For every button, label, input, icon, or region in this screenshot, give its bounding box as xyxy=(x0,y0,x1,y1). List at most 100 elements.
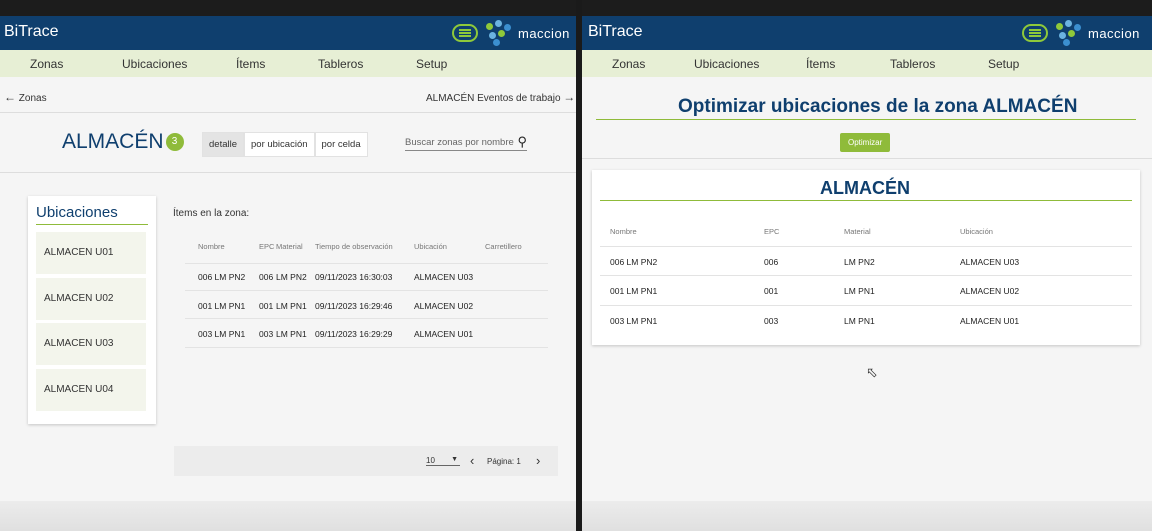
divider-line xyxy=(582,158,1152,159)
logo-text: maccion xyxy=(518,25,570,41)
main-nav: Zonas Ubicaciones Ítems Tableros Setup xyxy=(0,50,576,77)
col-carretillero: Carretillero xyxy=(485,242,522,251)
brand-title[interactable]: BiTrace xyxy=(588,23,643,41)
arrow-right-icon: → xyxy=(563,90,576,104)
brand-title[interactable]: BiTrace xyxy=(4,23,59,41)
search-icon[interactable]: ⚲ xyxy=(517,134,527,150)
col-ubicacion: Ubicación xyxy=(960,227,993,236)
zone-search[interactable]: Buscar zonas por nombre ⚲ xyxy=(405,134,527,151)
cell-epc: 003 xyxy=(764,316,779,326)
location-item[interactable]: ALMACEN U03 xyxy=(36,323,146,365)
location-item[interactable]: ALMACEN U02 xyxy=(36,278,146,320)
menu-icon[interactable] xyxy=(1022,24,1048,42)
nav-ubicaciones[interactable]: Ubicaciones xyxy=(694,57,759,71)
zone-items-card: ALMACÉN Nombre EPC Material Ubicación 00… xyxy=(592,170,1140,345)
left-window: BiTrace maccion Zonas Ubicaciones Ítems … xyxy=(0,0,576,531)
nav-tableros[interactable]: Tableros xyxy=(890,57,935,71)
logo-text: maccion xyxy=(1088,25,1140,41)
events-link-label: ALMACÉN Eventos de trabajo xyxy=(426,93,561,104)
tab-por-ubicacion[interactable]: por ubicación xyxy=(244,132,315,157)
nav-ubicaciones[interactable]: Ubicaciones xyxy=(122,57,187,71)
prev-page-icon[interactable]: ‹ xyxy=(470,453,474,468)
next-page-icon[interactable]: › xyxy=(536,453,540,468)
items-title: Ítems en la zona: xyxy=(173,208,250,219)
app-header: BiTrace maccion xyxy=(582,16,1152,50)
optimize-button[interactable]: Optimizar xyxy=(840,133,891,152)
cell-material: LM PN2 xyxy=(844,257,875,267)
cell-nombre: 006 LM PN2 xyxy=(610,257,658,267)
cell-ubicacion: ALMACEN U02 xyxy=(960,286,1020,296)
cell-epc: 006 xyxy=(259,272,274,282)
row-divider xyxy=(185,290,548,291)
chevron-down-icon: ▼ xyxy=(451,456,458,463)
col-nombre: Nombre xyxy=(610,227,637,236)
tab-detalle[interactable]: detalle xyxy=(202,132,244,157)
cell-ubicacion: ALMACEN U03 xyxy=(414,272,474,282)
logo-group: maccion xyxy=(1022,20,1140,46)
card-title: ALMACÉN xyxy=(820,178,910,198)
back-link-label: Zonas xyxy=(18,93,47,104)
cell-epc: 003 xyxy=(259,329,274,339)
screen: BiTrace maccion Zonas Ubicaciones Ítems … xyxy=(0,0,1152,531)
zone-title-text: ALMACÉN xyxy=(62,130,164,153)
cell-material: LM PN2 xyxy=(276,272,307,282)
heading-underline xyxy=(596,119,1136,120)
nav-setup[interactable]: Setup xyxy=(988,57,1019,71)
cell-nombre: 003 LM PN1 xyxy=(198,329,246,339)
cell-ubicacion: ALMACEN U03 xyxy=(960,257,1020,267)
zone-count-badge: 3 xyxy=(165,133,184,152)
page-label: Página: 1 xyxy=(487,457,521,466)
zone-title: ALMACÉN 3 xyxy=(62,130,184,154)
events-link[interactable]: ALMACÉN Eventos de trabajo → xyxy=(426,90,575,104)
row-divider xyxy=(185,347,548,348)
nav-zonas[interactable]: Zonas xyxy=(612,57,645,71)
divider-line-2 xyxy=(0,172,576,173)
cell-tiempo: 09/11/2023 16:30:03 xyxy=(315,272,393,282)
tab-por-celda[interactable]: por celda xyxy=(314,132,368,157)
nav-zonas[interactable]: Zonas xyxy=(30,57,63,71)
window-bottom xyxy=(0,501,576,531)
nav-items[interactable]: Ítems xyxy=(236,57,265,71)
maccion-logo-icon xyxy=(1054,20,1082,46)
row-divider xyxy=(600,275,1132,276)
col-nombre: Nombre xyxy=(198,242,225,251)
cell-ubicacion: ALMACEN U01 xyxy=(414,329,474,339)
pagination-bar: 10 ▼ ‹ Página: 1 › xyxy=(174,446,558,476)
col-material: Material xyxy=(844,227,871,236)
cell-tiempo: 09/11/2023 16:29:46 xyxy=(315,301,393,311)
divider-line xyxy=(0,112,576,113)
menu-icon[interactable] xyxy=(452,24,478,42)
app-header: BiTrace maccion xyxy=(0,16,576,50)
right-window: BiTrace maccion Zonas Ubicaciones Ítems … xyxy=(582,0,1152,531)
nav-tableros[interactable]: Tableros xyxy=(318,57,363,71)
page-size-select[interactable]: 10 ▼ xyxy=(426,456,460,466)
maccion-logo-icon xyxy=(484,20,512,46)
card-title-underline xyxy=(600,200,1132,201)
col-ubicacion: Ubicación xyxy=(414,242,447,251)
col-epc: EPC xyxy=(259,242,275,251)
nav-items[interactable]: Ítems xyxy=(806,57,835,71)
window-top-strip xyxy=(582,0,1152,16)
back-link[interactable]: ← Zonas xyxy=(4,90,47,104)
col-tiempo: Tiempo de observación xyxy=(315,242,393,251)
locations-card: Ubicaciones ALMACEN U01 ALMACEN U02 ALMA… xyxy=(28,196,156,424)
col-epc: EPC xyxy=(764,227,780,236)
nav-setup[interactable]: Setup xyxy=(416,57,447,71)
cell-material: LM PN1 xyxy=(844,316,875,326)
cell-epc: 006 xyxy=(764,257,779,267)
cell-ubicacion: ALMACEN U01 xyxy=(960,316,1020,326)
cell-material: LM PN1 xyxy=(844,286,875,296)
location-item[interactable]: ALMACEN U01 xyxy=(36,232,146,274)
mouse-cursor-icon: ⬁ xyxy=(866,364,878,380)
cell-tiempo: 09/11/2023 16:29:29 xyxy=(315,329,393,339)
cell-material: LM PN1 xyxy=(276,329,307,339)
page-heading: Optimizar ubicaciones de la zona ALMACÉN xyxy=(678,96,1078,117)
location-item[interactable]: ALMACEN U04 xyxy=(36,369,146,411)
main-nav: Zonas Ubicaciones Ítems Tableros Setup xyxy=(582,50,1152,77)
logo-group: maccion xyxy=(452,20,570,46)
cell-ubicacion: ALMACEN U02 xyxy=(414,301,474,311)
page-size-value: 10 xyxy=(426,456,435,465)
locations-title-underline xyxy=(36,224,148,225)
cell-material: LM PN1 xyxy=(276,301,307,311)
cell-epc: 001 xyxy=(764,286,779,296)
